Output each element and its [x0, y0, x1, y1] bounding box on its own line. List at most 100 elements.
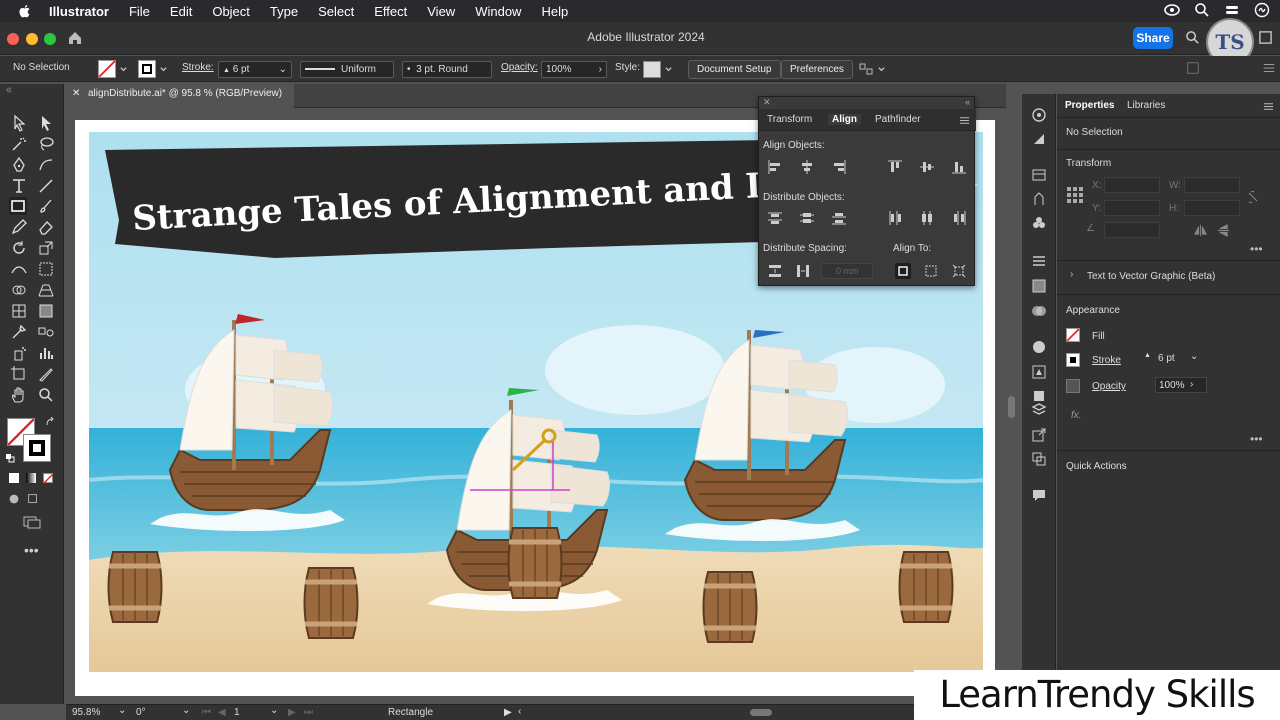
magic-wand-tool[interactable] — [10, 135, 28, 153]
slice-tool[interactable] — [37, 365, 55, 383]
eraser-tool[interactable] — [37, 218, 55, 236]
w-field[interactable] — [1184, 177, 1240, 193]
reference-point-icon[interactable] — [1066, 186, 1084, 204]
stroke-stepper-icon[interactable]: ▲ — [1144, 352, 1151, 359]
vertical-distribute-center-icon[interactable] — [799, 210, 815, 226]
fx-button[interactable]: fx. — [1071, 410, 1082, 421]
hand-tool[interactable] — [10, 386, 28, 404]
none-mode-button[interactable] — [43, 473, 53, 483]
stroke-panel-icon[interactable] — [1031, 253, 1047, 269]
collapse-panel-icon[interactable]: « — [965, 97, 970, 107]
edit-toolbar-icon[interactable]: ••• — [24, 542, 39, 558]
fill-none-swatch[interactable] — [98, 60, 116, 78]
eyedropper-tool[interactable] — [10, 323, 28, 341]
chevron-down-icon[interactable]: ⌄ — [1190, 351, 1198, 362]
document-tab[interactable]: ✕ alignDistribute.ai* @ 95.8 % (RGB/Prev… — [66, 84, 295, 108]
fill-none-swatch[interactable] — [1066, 328, 1080, 342]
last-artboard-icon[interactable]: ⏭ — [304, 707, 313, 718]
more-options-icon[interactable]: ••• — [1250, 432, 1263, 446]
graphic-style-swatch[interactable] — [643, 61, 661, 78]
x-field[interactable] — [1104, 177, 1160, 193]
pencil-tool[interactable] — [10, 218, 28, 236]
line-segment-tool[interactable] — [37, 177, 55, 195]
stroke-label[interactable]: Stroke: — [182, 62, 214, 73]
siri-icon[interactable] — [1254, 2, 1270, 18]
chevron-down-icon[interactable]: ⌄ — [270, 705, 278, 716]
blend-tool[interactable] — [37, 323, 55, 341]
opacity-field[interactable]: 100% › — [541, 61, 607, 78]
swap-fill-stroke-icon[interactable] — [45, 417, 55, 427]
scroll-left-icon[interactable]: ‹ — [518, 706, 521, 717]
curvature-tool[interactable] — [37, 156, 55, 174]
tab-pathfinder[interactable]: Pathfinder — [875, 114, 921, 125]
transparency-icon[interactable] — [1031, 303, 1047, 319]
search-icon[interactable] — [1185, 30, 1200, 45]
zoom-tool[interactable] — [37, 386, 55, 404]
lasso-tool[interactable] — [37, 135, 55, 153]
artboard-number[interactable]: 1 — [234, 707, 240, 718]
stroke-weight-field[interactable]: ▲ 6 pt ⌄ — [218, 61, 292, 78]
chevron-right-icon[interactable]: › — [1190, 379, 1193, 390]
align-to-key-object-icon[interactable] — [895, 263, 911, 279]
vertical-distribute-space-icon[interactable] — [767, 263, 783, 279]
selection-tool[interactable] — [10, 114, 28, 132]
horizontal-align-left-icon[interactable] — [767, 159, 783, 175]
constrain-proportions-icon[interactable] — [1246, 190, 1260, 204]
text-to-vector-link[interactable]: Text to Vector Graphic (Beta) — [1087, 271, 1215, 282]
flip-horizontal-icon[interactable] — [1194, 224, 1207, 237]
shape-builder-tool[interactable] — [10, 281, 28, 299]
horizontal-distribute-space-icon[interactable] — [795, 263, 811, 279]
panel-menu-icon[interactable] — [959, 115, 970, 126]
preferences-button[interactable]: Preferences — [781, 60, 853, 79]
horizontal-scrollbar-thumb[interactable] — [750, 709, 772, 716]
horizontal-align-center-icon[interactable] — [799, 159, 815, 175]
flip-vertical-icon[interactable] — [1217, 224, 1230, 237]
chevron-down-icon[interactable] — [877, 65, 886, 74]
column-graph-tool[interactable] — [37, 344, 55, 362]
libraries-icon[interactable] — [1031, 167, 1047, 183]
opacity-label[interactable]: Opacity: — [501, 62, 538, 73]
graphic-styles-icon[interactable] — [1031, 364, 1047, 380]
tab-libraries[interactable]: Libraries — [1127, 100, 1165, 111]
chevron-down-icon[interactable] — [159, 65, 168, 74]
status-menu-icon[interactable]: ▶ — [504, 707, 512, 718]
share-button[interactable]: Share — [1133, 27, 1173, 49]
rectangle-tool[interactable] — [9, 197, 27, 215]
scale-tool[interactable] — [37, 239, 55, 257]
arrange-documents-icon[interactable] — [858, 61, 874, 77]
paintbrush-tool[interactable] — [37, 197, 55, 215]
tab-properties[interactable]: Properties — [1065, 100, 1114, 111]
first-artboard-icon[interactable]: ⏮ — [202, 707, 211, 718]
mesh-tool[interactable] — [10, 302, 28, 320]
perspective-grid-tool[interactable] — [37, 281, 55, 299]
chevron-right-icon[interactable]: › — [1070, 269, 1073, 280]
menu-effect[interactable]: Effect — [374, 4, 407, 19]
close-panel-icon[interactable]: ✕ — [763, 97, 771, 108]
stroke-swatch[interactable] — [138, 60, 156, 78]
stroke-weight-field[interactable]: ▲ 6 pt ⌄ — [1144, 351, 1198, 367]
rotate-field[interactable] — [1104, 222, 1160, 238]
creative-cloud-icon[interactable] — [1164, 2, 1180, 18]
draw-mode-icon[interactable] — [7, 492, 21, 506]
close-tab-icon[interactable]: ✕ — [72, 88, 80, 99]
brush-definition[interactable]: • 3 pt. Round — [402, 61, 492, 78]
draw-behind-icon[interactable] — [26, 492, 40, 506]
menu-file[interactable]: File — [129, 4, 150, 19]
control-center-icon[interactable] — [1224, 2, 1240, 18]
menu-view[interactable]: View — [427, 4, 455, 19]
panel-menu-icon[interactable] — [1263, 101, 1274, 112]
document-setup-button[interactable]: Document Setup — [688, 60, 781, 79]
align-panel[interactable]: ✕ « Transform Align Pathfinder Align Obj… — [758, 96, 976, 286]
stroke-label[interactable]: Stroke — [1092, 355, 1121, 366]
align-to-selection-icon[interactable] — [923, 263, 939, 279]
vertical-align-center-icon[interactable] — [919, 159, 935, 175]
vertical-distribute-bottom-icon[interactable] — [831, 210, 847, 226]
gradient-tool[interactable] — [37, 302, 55, 320]
vertical-distribute-top-icon[interactable] — [767, 210, 783, 226]
appearance-panel-icon[interactable] — [1031, 339, 1047, 355]
discover-icon[interactable] — [1258, 30, 1273, 45]
rotate-tool[interactable] — [10, 239, 28, 257]
color-guide-icon[interactable] — [1031, 107, 1047, 123]
panel-menu-icon[interactable] — [1262, 61, 1276, 75]
menu-edit[interactable]: Edit — [170, 4, 192, 19]
